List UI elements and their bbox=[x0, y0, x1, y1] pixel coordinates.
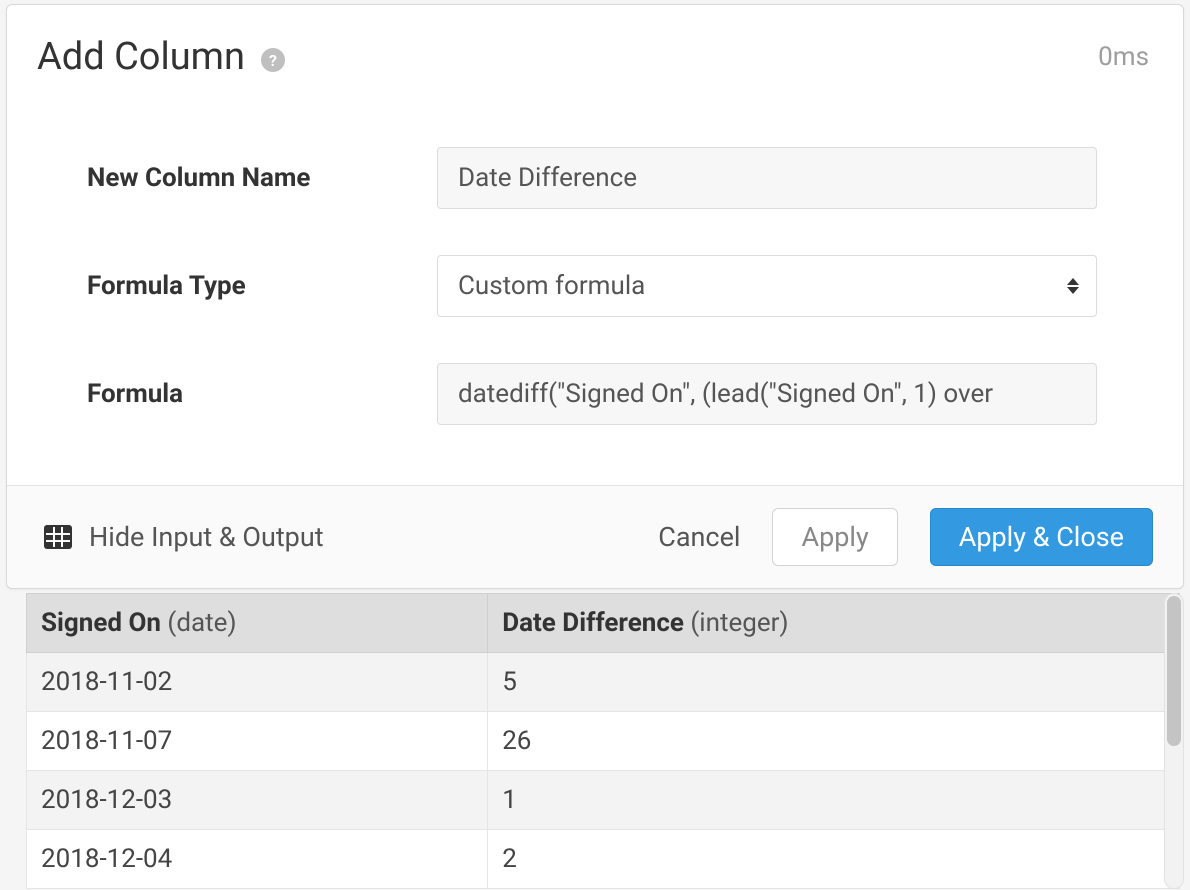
scrollbar-thumb[interactable] bbox=[1167, 596, 1181, 746]
label-column-name: New Column Name bbox=[37, 163, 437, 193]
cell-diff: 1 bbox=[488, 771, 1180, 830]
formula-type-select[interactable] bbox=[437, 255, 1097, 317]
row-formula-type: Formula Type bbox=[37, 255, 1153, 317]
col-name: Date Difference bbox=[502, 608, 684, 638]
preview-table: Signed On (date) Date Difference (intege… bbox=[26, 593, 1180, 889]
col-type: (date) bbox=[167, 608, 236, 638]
cell-signed-on: 2018-11-02 bbox=[27, 653, 488, 712]
panel-footer: Hide Input & Output Cancel Apply Apply &… bbox=[7, 485, 1183, 588]
footer-right: Cancel Apply Apply & Close bbox=[658, 508, 1153, 566]
table-header-row: Signed On (date) Date Difference (intege… bbox=[27, 594, 1180, 653]
timing-label: 0ms bbox=[1098, 42, 1149, 72]
cancel-button[interactable]: Cancel bbox=[658, 521, 740, 553]
row-formula: Formula bbox=[37, 363, 1153, 425]
apply-button[interactable]: Apply bbox=[772, 508, 897, 566]
col-header-date-difference[interactable]: Date Difference (integer) bbox=[488, 594, 1180, 653]
col-name: Signed On bbox=[41, 608, 161, 638]
table-row[interactable]: 2018-12-03 1 bbox=[27, 771, 1180, 830]
table-row[interactable]: 2018-11-07 26 bbox=[27, 712, 1180, 771]
formula-input[interactable] bbox=[437, 363, 1097, 425]
row-column-name: New Column Name bbox=[37, 147, 1153, 209]
table-row[interactable]: 2018-12-04 2 bbox=[27, 830, 1180, 889]
formula-type-select-wrap bbox=[437, 255, 1097, 317]
label-formula-type: Formula Type bbox=[37, 271, 437, 301]
cell-diff: 26 bbox=[488, 712, 1180, 771]
scrollbar[interactable] bbox=[1164, 593, 1184, 889]
page-title: Add Column bbox=[37, 35, 245, 79]
help-icon[interactable]: ? bbox=[261, 48, 285, 72]
cell-signed-on: 2018-12-04 bbox=[27, 830, 488, 889]
control-column-name bbox=[437, 147, 1153, 209]
apply-close-button[interactable]: Apply & Close bbox=[930, 508, 1153, 566]
table-icon bbox=[43, 524, 73, 550]
form-body: New Column Name Formula Type Formula bbox=[7, 87, 1183, 485]
control-formula-type bbox=[437, 255, 1153, 317]
panel-header: Add Column ? 0ms bbox=[7, 5, 1183, 87]
cell-diff: 5 bbox=[488, 653, 1180, 712]
cell-diff: 2 bbox=[488, 830, 1180, 889]
col-header-signed-on[interactable]: Signed On (date) bbox=[27, 594, 488, 653]
column-name-input[interactable] bbox=[437, 147, 1097, 209]
cell-signed-on: 2018-12-03 bbox=[27, 771, 488, 830]
title-row: Add Column ? bbox=[37, 35, 285, 79]
col-type: (integer) bbox=[690, 608, 788, 638]
toggle-io-label: Hide Input & Output bbox=[89, 521, 324, 553]
cell-signed-on: 2018-11-07 bbox=[27, 712, 488, 771]
footer-left[interactable]: Hide Input & Output bbox=[43, 521, 324, 553]
preview-table-area: Signed On (date) Date Difference (intege… bbox=[26, 593, 1180, 889]
table-row[interactable]: 2018-11-02 5 bbox=[27, 653, 1180, 712]
control-formula bbox=[437, 363, 1153, 425]
label-formula: Formula bbox=[37, 379, 437, 409]
add-column-panel: Add Column ? 0ms New Column Name Formula… bbox=[6, 4, 1184, 589]
